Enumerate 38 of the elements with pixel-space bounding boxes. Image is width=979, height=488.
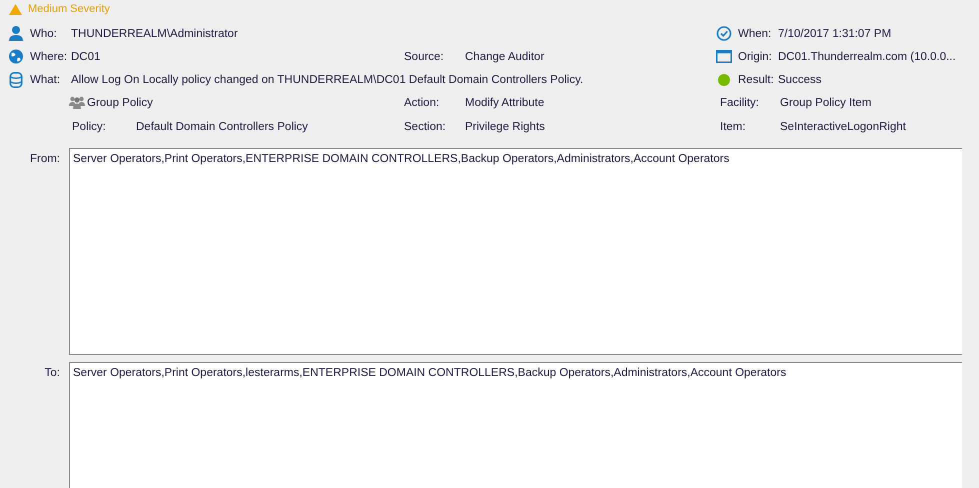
warning-icon — [9, 4, 22, 14]
field-label: Source: — [404, 50, 445, 62]
field-label: Origin: — [738, 50, 773, 62]
field-value: DC01.Thunderrealm.com (10.0.0... — [778, 50, 956, 62]
severity-label: Medium Severity — [28, 3, 110, 15]
field-label: Action: — [404, 96, 440, 108]
field-value: Success — [778, 74, 822, 86]
field-value: Modify Attribute — [465, 96, 544, 108]
group-icon — [69, 96, 85, 109]
globe-icon — [8, 49, 24, 64]
field-value: Group Policy Item — [780, 96, 872, 108]
field-label: Policy: — [72, 120, 107, 132]
field-label: To: — [44, 366, 61, 381]
field-value: DC01 — [71, 50, 100, 62]
field-label: Who: — [30, 28, 58, 40]
field-value: 7/10/2017 1:31:07 PM — [778, 28, 892, 40]
field-value: THUNDERREALM\Administrator — [71, 28, 238, 40]
field-label: Facility: — [720, 96, 760, 108]
status-dot — [718, 74, 730, 86]
field-label: What: — [30, 74, 62, 86]
field-label: When: — [738, 28, 772, 40]
field-value: Change Auditor — [465, 50, 544, 62]
field-value: Privilege Rights — [465, 120, 545, 132]
window-icon — [716, 50, 732, 63]
field-value: Allow Log On Locally policy changed on THUNDERREALM\DC01 Default Domain Controllers Policy. — [71, 74, 584, 86]
to-text-area[interactable]: Server Operators,Print Operators,lesterarms,ENTERPRISE DOMAIN CONTROLLERS,Backup Operators,Administrators,Account Operators — [69, 362, 962, 488]
field-label: Item: — [720, 120, 747, 132]
from-text-area[interactable]: Server Operators,Print Operators,ENTERPRISE DOMAIN CONTROLLERS,Backup Operators,Administrators,Account Operators — [69, 148, 962, 355]
field-label: Result: — [738, 74, 775, 86]
check-circle-icon — [716, 26, 732, 41]
user-icon — [8, 26, 24, 41]
field-value: SeInteractiveLogonRight — [780, 120, 906, 132]
field-label: Section: — [404, 120, 447, 132]
field-label: Where: — [30, 50, 68, 62]
database-icon — [8, 72, 24, 88]
field-label: From: — [28, 152, 61, 167]
category-label: Group Policy — [87, 96, 153, 108]
field-value: Default Domain Controllers Policy — [136, 120, 308, 132]
